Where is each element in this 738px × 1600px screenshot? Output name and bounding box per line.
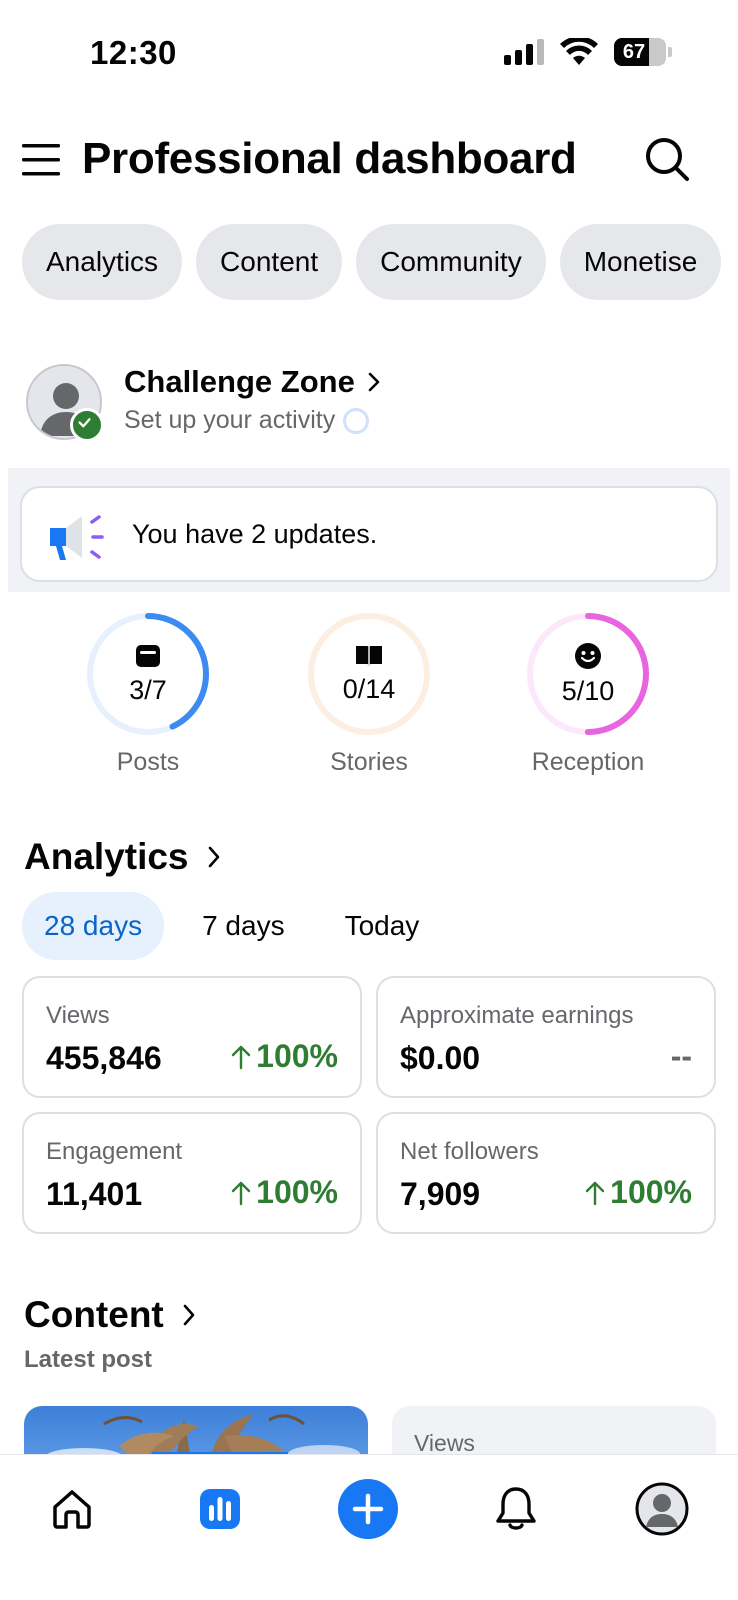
book-icon — [356, 645, 382, 666]
battery-level: 67 — [622, 41, 646, 63]
posts-count: 3/7 — [129, 674, 167, 705]
stat-card-views[interactable]: Views 455,846 100% — [22, 976, 362, 1098]
stat-change: -- — [671, 1038, 692, 1075]
content-subtitle: Latest post — [24, 1346, 153, 1373]
progress-posts[interactable]: 3/7 Posts — [68, 610, 228, 777]
reception-label: Reception — [531, 748, 645, 776]
tab-monetise[interactable]: Monetise — [559, 224, 722, 300]
stat-label: Engagement — [46, 1138, 183, 1165]
create-button — [338, 1479, 398, 1539]
stat-value: 11,401 — [46, 1176, 143, 1212]
nav-home[interactable] — [40, 1477, 104, 1541]
check-badge-icon — [70, 408, 104, 442]
stat-value: $0.00 — [400, 1040, 481, 1076]
arrow-up-icon — [585, 1181, 605, 1205]
chevron-right-icon — [368, 372, 380, 392]
content-title: Content — [24, 1294, 164, 1335]
period-today[interactable]: Today — [323, 892, 442, 960]
stat-change: 100% — [230, 1174, 338, 1211]
analytics-title: Analytics — [24, 836, 189, 877]
nav-create[interactable] — [336, 1477, 400, 1541]
stat-label: Net followers — [400, 1138, 539, 1165]
stat-label: Views — [46, 1002, 110, 1029]
analytics-header[interactable]: Analytics — [24, 836, 221, 878]
period-selector: 28 days 7 days Today — [22, 892, 457, 960]
content-header[interactable]: Content — [24, 1294, 196, 1336]
arrow-up-icon — [231, 1181, 251, 1205]
nav-profile[interactable] — [630, 1477, 694, 1541]
stat-value: 7,909 — [400, 1176, 481, 1212]
post-views-label: Views — [414, 1430, 475, 1456]
tab-community[interactable]: Community — [356, 224, 546, 300]
page-title: Professional dashboard — [82, 134, 577, 183]
chevron-right-icon — [208, 846, 219, 868]
stat-change: 100% — [584, 1174, 692, 1211]
stat-card-net-followers[interactable]: Net followers 7,909 100% — [376, 1112, 716, 1234]
status-bar: 12:30 67 — [0, 0, 738, 100]
stat-card-engagement[interactable]: Engagement 11,401 100% — [22, 1112, 362, 1234]
chevron-right-icon — [183, 1304, 195, 1326]
stat-change-value: 100% — [610, 1174, 692, 1210]
smiley-icon — [575, 642, 601, 669]
progress-reception[interactable]: 5/10 Reception — [508, 610, 668, 777]
progress-stories[interactable]: 0/14 Stories — [289, 610, 449, 777]
bottom-nav — [0, 1454, 738, 1600]
period-7-days[interactable]: 7 days — [180, 892, 307, 960]
stat-change-value: 100% — [256, 1174, 338, 1210]
stat-card-earnings[interactable]: Approximate earnings $0.00 -- — [376, 976, 716, 1098]
post-icon — [136, 644, 160, 667]
posts-label: Posts — [116, 748, 180, 776]
stories-count: 0/14 — [342, 673, 396, 704]
progress-ring-icon — [343, 407, 370, 434]
stories-label: Stories — [330, 748, 408, 776]
arrow-up-icon — [231, 1045, 251, 1069]
nav-notifications[interactable] — [484, 1477, 548, 1541]
menu-icon[interactable] — [22, 140, 62, 180]
nav-dashboard[interactable] — [188, 1477, 252, 1541]
stat-value: 455,846 — [46, 1040, 162, 1076]
megaphone-icon — [50, 515, 104, 560]
challenge-zone-title: Challenge Zone — [124, 364, 355, 399]
stat-change: 100% — [230, 1038, 338, 1075]
wifi-icon — [560, 38, 598, 65]
stat-change-value: -- — [670, 1038, 692, 1074]
dashboard-tabs: Analytics Content Community Monetise — [22, 224, 722, 300]
challenge-zone-subtitle: Set up your activity — [124, 406, 336, 434]
dashboard-icon — [200, 1489, 240, 1529]
search-icon[interactable] — [644, 136, 690, 182]
home-icon — [53, 1490, 91, 1529]
tab-content[interactable]: Content — [196, 224, 343, 300]
updates-card[interactable]: You have 2 updates. — [20, 486, 718, 582]
bell-icon — [496, 1487, 536, 1530]
plus-icon — [339, 1480, 397, 1538]
stat-label: Approximate earnings — [400, 1002, 634, 1029]
updates-text: You have 2 updates. — [132, 519, 378, 549]
profile-icon — [635, 1482, 689, 1536]
cellular-signal-icon — [504, 39, 544, 65]
period-28-days[interactable]: 28 days — [22, 892, 165, 960]
challenge-zone[interactable]: Challenge Zone Set up your activity — [26, 364, 716, 444]
challenge-progress: 3/7 Posts 0/14 Stories 5/10 Reception — [0, 610, 738, 790]
status-icons: 67 — [504, 38, 672, 66]
reception-count: 5/10 — [561, 675, 615, 706]
battery-icon: 67 — [614, 38, 666, 66]
header: Professional dashboard — [0, 128, 738, 192]
stat-change-value: 100% — [256, 1038, 338, 1074]
tab-analytics[interactable]: Analytics — [22, 224, 183, 300]
status-time: 12:30 — [90, 34, 177, 71]
